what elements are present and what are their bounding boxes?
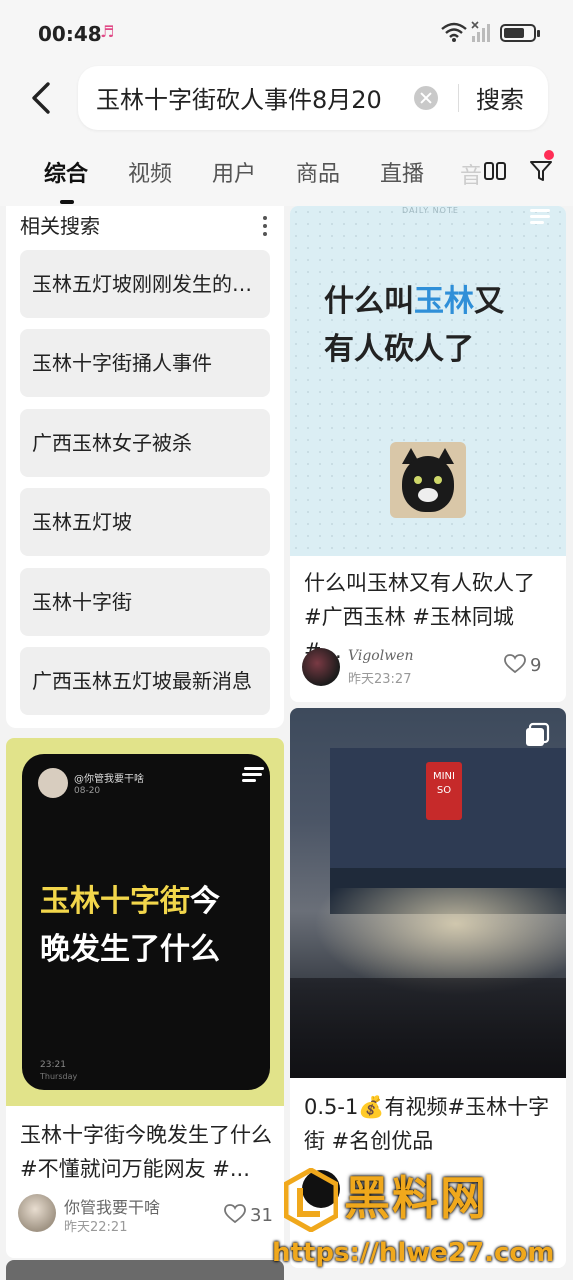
next-card-peek[interactable] (6, 1260, 284, 1280)
store-sign: MINI SO (426, 762, 462, 820)
avatar[interactable] (302, 1170, 340, 1208)
author-name[interactable]: Vigolwen (348, 648, 414, 664)
cover-headline: 什么叫玉林又 有人砍人了 (324, 284, 504, 367)
cover-day: Thursday (40, 1072, 78, 1081)
related-searches-title: 相关搜索 (20, 214, 100, 238)
related-search-item[interactable]: 广西玉林女子被杀 (20, 409, 270, 477)
tabs-bar: 综合 视频 用户 商品 直播 音 (0, 140, 573, 206)
crowd-shadow (290, 978, 566, 1078)
note-author-row: Vigolwen 昨天23:27 9 (302, 648, 554, 688)
tab-comprehensive[interactable]: 综合 (44, 156, 88, 188)
tab-live[interactable]: 直播 (380, 156, 424, 188)
music-note-icon: ♬ (100, 22, 115, 41)
like-button[interactable]: 9 (504, 654, 541, 676)
search-button[interactable]: 搜索 (476, 80, 524, 115)
filter-badge-dot (544, 150, 554, 160)
search-divider (458, 84, 459, 112)
chevron-left-icon[interactable] (26, 78, 60, 118)
note-title: 玉林十字街今晚发生了什么#不懂就问万能网友 #... (20, 1123, 272, 1181)
cover-username: @你管我要干啥 (74, 774, 144, 785)
battery-level-fill (504, 28, 524, 38)
related-searches-card: 相关搜索 玉林五灯坡刚刚发生的事情 玉林十字街捅人事件 广西玉林女子被杀 玉林五… (6, 206, 284, 728)
tab-products[interactable]: 商品 (296, 156, 340, 188)
author-name[interactable]: 你管我要干啥 (64, 1194, 160, 1218)
double-column-icon[interactable] (484, 162, 506, 182)
note-author-row: 你管我要干啥 昨天22:21 31 (18, 1194, 276, 1235)
like-count: 31 (250, 1205, 273, 1226)
more-vertical-icon[interactable] (262, 214, 268, 238)
signal-icon (471, 21, 490, 42)
avatar (38, 768, 68, 798)
related-search-item[interactable]: 玉林十字街捅人事件 (20, 329, 270, 397)
cat-meme-image (390, 442, 466, 518)
like-count: 9 (530, 655, 542, 676)
related-search-item[interactable]: 广西玉林五灯坡最新消息 (20, 647, 270, 715)
menu-lines-icon (530, 209, 550, 224)
active-tab-indicator (60, 200, 74, 204)
avatar[interactable] (302, 648, 340, 686)
heart-icon (224, 1204, 246, 1224)
status-bar: 00:48 ♬ (0, 0, 573, 64)
avatar[interactable] (18, 1194, 56, 1232)
related-search-item[interactable]: 玉林五灯坡 (20, 488, 270, 556)
menu-lines-icon (242, 767, 264, 782)
clear-circle-icon[interactable] (414, 86, 438, 110)
tab-music-partial[interactable]: 音 (460, 158, 482, 190)
tab-users[interactable]: 用户 (212, 156, 256, 188)
search-header: 玉林十字街砍人事件8月20 搜索 (0, 64, 573, 140)
related-search-item[interactable]: 玉林十字街 (20, 568, 270, 636)
note-card[interactable]: MINI SO 0.5-1💰有视频#玉林十字街 #名创优品 (290, 708, 566, 1268)
search-input[interactable]: 玉林十字街砍人事件8月20 (96, 80, 396, 116)
like-button[interactable]: 31 (224, 1204, 273, 1226)
search-box: 玉林十字街砍人事件8月20 搜索 (78, 66, 548, 130)
cover-time: 23:21 (40, 1060, 66, 1070)
note-card[interactable]: DAILY NOTE 什么叫玉林又 有人砍人了 什么叫玉林又有人砍人了 #广西玉… (290, 206, 566, 702)
battery-icon (500, 24, 540, 42)
cover-date: 08-20 (74, 786, 101, 796)
wifi-icon (441, 22, 467, 42)
search-results-feed[interactable]: 相关搜索 玉林五灯坡刚刚发生的事情 玉林十字街捅人事件 广西玉林女子被杀 玉林五… (0, 206, 573, 1280)
filter-icon[interactable] (528, 158, 554, 184)
note-cover-image: DAILY NOTE 什么叫玉林又 有人砍人了 (290, 206, 566, 556)
heart-icon (504, 654, 526, 674)
phone-screenshot: @你管我要干啥 08-20 玉林十字街今 晚发生了什么 23:21 Thursd… (22, 754, 270, 1090)
note-card[interactable]: @你管我要干啥 08-20 玉林十字街今 晚发生了什么 23:21 Thursd… (6, 738, 284, 1258)
note-title: 0.5-1💰有视频#玉林十字街 #名创优品 (304, 1095, 550, 1153)
post-time: 昨天23:27 (348, 672, 412, 687)
note-cover-image: @你管我要干啥 08-20 玉林十字街今 晚发生了什么 23:21 Thursd… (6, 738, 284, 1106)
note-cover-image: MINI SO (290, 708, 566, 1078)
related-search-item[interactable]: 玉林五灯坡刚刚发生的事情 (20, 250, 270, 318)
post-time: 昨天22:21 (64, 1220, 128, 1235)
status-time: 00:48 (38, 22, 102, 46)
cover-headline: 玉林十字街今 晚发生了什么 (40, 884, 220, 967)
cover-header-text: DAILY NOTE (402, 206, 459, 215)
tab-video[interactable]: 视频 (128, 156, 172, 188)
multi-image-icon (526, 722, 550, 746)
